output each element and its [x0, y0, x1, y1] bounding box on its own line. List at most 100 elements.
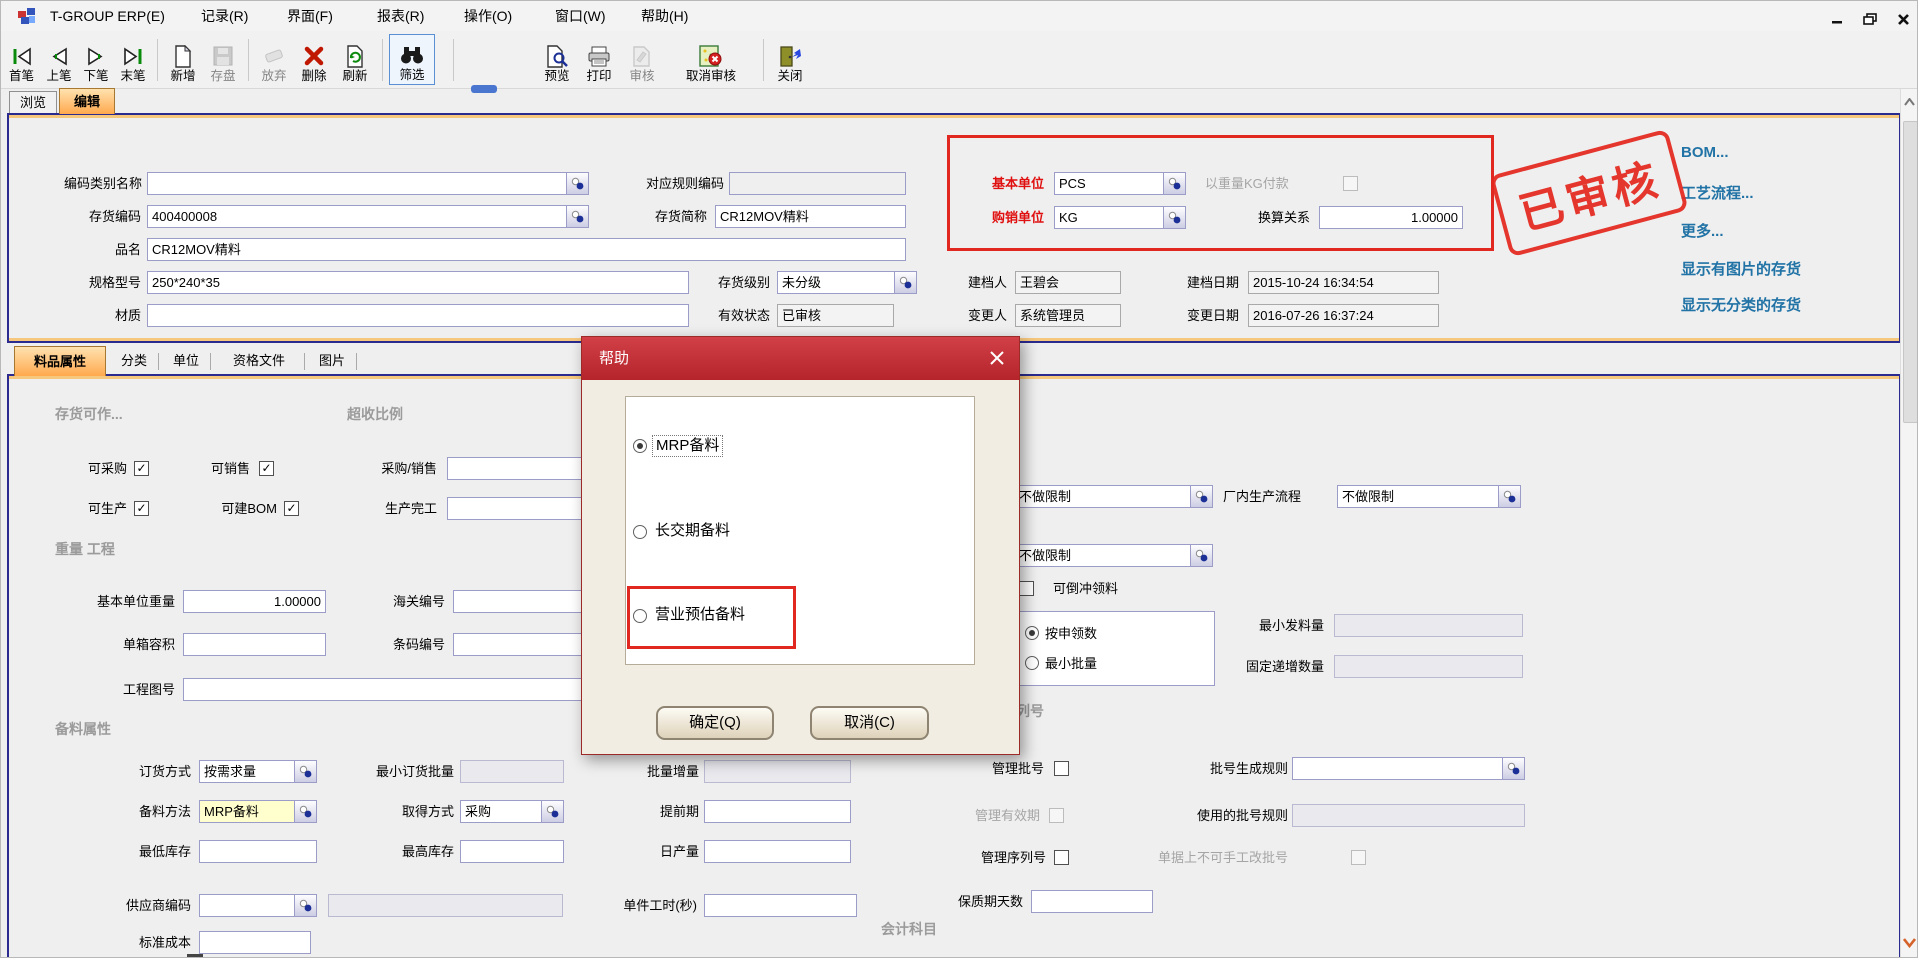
menu-operation[interactable]: 操作(O) — [460, 7, 516, 26]
prep-method-field[interactable]: MRP备料 — [199, 800, 317, 823]
manage-lot-checkbox[interactable] — [1054, 761, 1069, 776]
link-more[interactable]: 更多... — [1681, 220, 1724, 241]
spec-field[interactable]: 250*240*35 — [147, 271, 689, 294]
menu-record[interactable]: 记录(R) — [197, 7, 252, 26]
tab-browse[interactable]: 浏览 — [9, 91, 57, 114]
flow-restriction-field-1[interactable]: 不做限制 — [1014, 485, 1213, 508]
bomable-checkbox[interactable]: ✓ — [284, 501, 299, 516]
scroll-up-icon[interactable] — [1902, 93, 1917, 111]
lookup-icon[interactable] — [566, 173, 588, 194]
trade-unit-field[interactable]: KG — [1054, 206, 1186, 229]
menu-window[interactable]: 窗口(W) — [551, 7, 610, 26]
backflush-checkbox[interactable] — [1019, 581, 1034, 596]
flow-restriction-field-2[interactable]: 不做限制 — [1014, 544, 1213, 567]
lead-time-field[interactable] — [704, 800, 851, 823]
lookup-icon[interactable] — [1498, 486, 1520, 507]
cancel-approve-button[interactable]: 取消审核 — [665, 34, 757, 85]
lookup-icon[interactable] — [1163, 173, 1185, 194]
link-show-with-images[interactable]: 显示有图片的存货 — [1681, 258, 1801, 279]
material-field[interactable] — [147, 304, 689, 327]
lookup-icon[interactable] — [1502, 758, 1524, 779]
level-field[interactable]: 未分级 — [777, 271, 917, 294]
last-record-button[interactable]: 末笔 — [114, 34, 152, 85]
minimize-button[interactable] — [1829, 13, 1845, 28]
splitter-handle[interactable] — [471, 85, 497, 93]
vertical-scrollbar[interactable] — [1900, 89, 1918, 958]
tab-classification[interactable]: 分类 — [113, 350, 155, 372]
restore-button[interactable] — [1862, 13, 1878, 28]
filter-button[interactable]: 筛选 — [389, 34, 435, 85]
refresh-button[interactable]: 刷新 — [335, 34, 375, 85]
manage-serial-checkbox[interactable] — [1054, 850, 1069, 865]
factory-flow-field[interactable]: 不做限制 — [1337, 485, 1521, 508]
max-stock-field[interactable] — [460, 840, 564, 863]
link-bom[interactable]: BOM... — [1681, 144, 1729, 161]
link-process-flow[interactable]: 工艺流程... — [1681, 182, 1754, 203]
box-volume-field[interactable] — [183, 633, 326, 656]
long-leadtime-option[interactable]: 长交期备料 — [655, 521, 730, 541]
lookup-icon[interactable] — [294, 895, 316, 916]
acquire-mode-field[interactable]: 采购 — [460, 800, 564, 823]
manage-lot-label: 管理批号 — [966, 757, 1044, 780]
close-button[interactable] — [1895, 13, 1911, 28]
scrollbar-thumb[interactable] — [1903, 121, 1918, 423]
menu-help[interactable]: 帮助(H) — [637, 7, 692, 26]
lookup-icon[interactable] — [541, 801, 563, 822]
first-record-button[interactable]: 首笔 — [3, 34, 40, 85]
by-request-radio[interactable] — [1025, 626, 1039, 640]
lookup-icon[interactable] — [294, 801, 316, 822]
base-unit-field[interactable]: PCS — [1054, 172, 1186, 195]
item-code-field[interactable]: 400400008 — [147, 205, 589, 228]
lookup-icon[interactable] — [1163, 207, 1185, 228]
conversion-field[interactable]: 1.00000 — [1319, 206, 1463, 229]
purchasable-checkbox[interactable]: ✓ — [134, 461, 149, 476]
prev-record-button[interactable]: 上笔 — [41, 34, 77, 85]
next-record-button[interactable]: 下笔 — [78, 34, 114, 85]
lot-rule-field[interactable] — [1292, 757, 1525, 780]
lookup-icon[interactable] — [894, 272, 916, 293]
daily-output-field[interactable] — [704, 840, 851, 863]
tab-qualification[interactable]: 资格文件 — [217, 350, 301, 372]
std-cost-field[interactable] — [199, 931, 311, 954]
close-form-button[interactable]: 关闭 — [769, 34, 811, 85]
min-batch-radio[interactable] — [1025, 656, 1039, 670]
drawing-no-field[interactable] — [183, 678, 606, 701]
item-abbr-field[interactable]: CR12MOV精料 — [715, 205, 906, 228]
tab-units[interactable]: 单位 — [165, 350, 207, 372]
lookup-icon[interactable] — [1190, 486, 1212, 507]
new-button[interactable]: 新增 — [164, 34, 202, 85]
unit-time-field[interactable] — [704, 894, 857, 917]
ok-button[interactable]: 确定(Q) — [656, 706, 774, 740]
preview-button[interactable]: 预览 — [537, 34, 577, 85]
lookup-icon[interactable] — [294, 761, 316, 782]
supplier-code-field[interactable] — [199, 894, 317, 917]
delete-button[interactable]: 删除 — [295, 34, 333, 85]
dialog-titlebar[interactable]: 帮助 — [582, 337, 1019, 380]
max-stock-label: 最高库存 — [386, 840, 454, 863]
lookup-icon[interactable] — [1190, 545, 1212, 566]
tab-edit[interactable]: 编辑 — [59, 88, 115, 114]
cancel-button[interactable]: 取消(C) — [810, 706, 929, 740]
menu-report[interactable]: 报表(R) — [373, 7, 428, 26]
tab-item-attributes[interactable]: 料品属性 — [14, 346, 106, 376]
min-stock-label: 最低库存 — [123, 840, 191, 863]
min-stock-field[interactable] — [199, 840, 317, 863]
base-unit-weight-field[interactable]: 1.00000 — [183, 590, 326, 613]
link-show-unclassified[interactable]: 显示无分类的存货 — [1681, 294, 1801, 315]
long-leadtime-radio[interactable] — [633, 525, 647, 539]
lookup-icon[interactable] — [566, 206, 588, 227]
order-mode-field[interactable]: 按需求量 — [199, 760, 317, 783]
scroll-down-icon[interactable] — [1902, 934, 1917, 952]
tab-images[interactable]: 图片 — [311, 350, 353, 372]
item-name-field[interactable]: CR12MOV精料 — [147, 238, 906, 261]
mrp-prep-radio[interactable] — [633, 439, 647, 453]
producible-checkbox[interactable]: ✓ — [134, 501, 149, 516]
print-button[interactable]: 打印 — [579, 34, 619, 85]
mrp-prep-option[interactable]: MRP备料 — [652, 435, 723, 457]
shelf-days-field[interactable] — [1031, 890, 1153, 913]
sellable-checkbox[interactable]: ✓ — [259, 461, 274, 476]
menu-interface[interactable]: 界面(F) — [283, 7, 337, 26]
menu-app[interactable]: T-GROUP ERP(E) — [46, 7, 169, 26]
dialog-close-button[interactable] — [985, 347, 1009, 371]
code-category-field[interactable] — [147, 172, 589, 195]
